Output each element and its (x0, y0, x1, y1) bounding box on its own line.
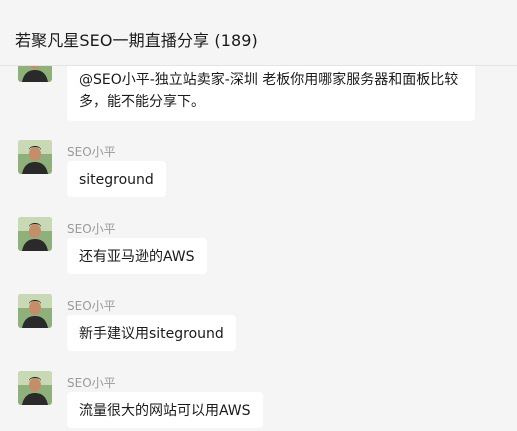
user-avatar-icon (18, 217, 52, 251)
sender-name: SEO小平 (67, 376, 116, 390)
user-avatar-icon (18, 294, 52, 328)
sender-name: SEO小平 (67, 299, 116, 313)
avatar[interactable] (18, 294, 52, 328)
user-avatar-icon (18, 66, 52, 82)
message-bubble[interactable]: @SEO小平-独立站卖家-深圳 老板你用哪家服务器和面板比较多，能不能分享下。 (67, 66, 475, 121)
message-bubble[interactable]: 还有亚马逊的AWS (67, 238, 207, 274)
message-bubble[interactable]: 新手建议用siteground (67, 315, 236, 351)
avatar[interactable] (18, 371, 52, 405)
avatar[interactable] (18, 66, 52, 82)
message-bubble[interactable]: siteground (67, 161, 166, 197)
message-list[interactable]: @SEO小平-独立站卖家-深圳 老板你用哪家服务器和面板比较多，能不能分享下。 … (0, 66, 517, 431)
sender-name: SEO小平 (67, 145, 116, 159)
message-bubble[interactable]: 流量很大的网站可以用AWS (67, 392, 263, 428)
avatar[interactable] (18, 140, 52, 174)
user-avatar-icon (18, 371, 52, 405)
avatar[interactable] (18, 217, 52, 251)
chat-title: 若聚凡星SEO一期直播分享 (189) (15, 31, 258, 50)
chat-header: 若聚凡星SEO一期直播分享 (189) (0, 0, 517, 66)
sender-name: SEO小平 (67, 222, 116, 236)
user-avatar-icon (18, 140, 52, 174)
